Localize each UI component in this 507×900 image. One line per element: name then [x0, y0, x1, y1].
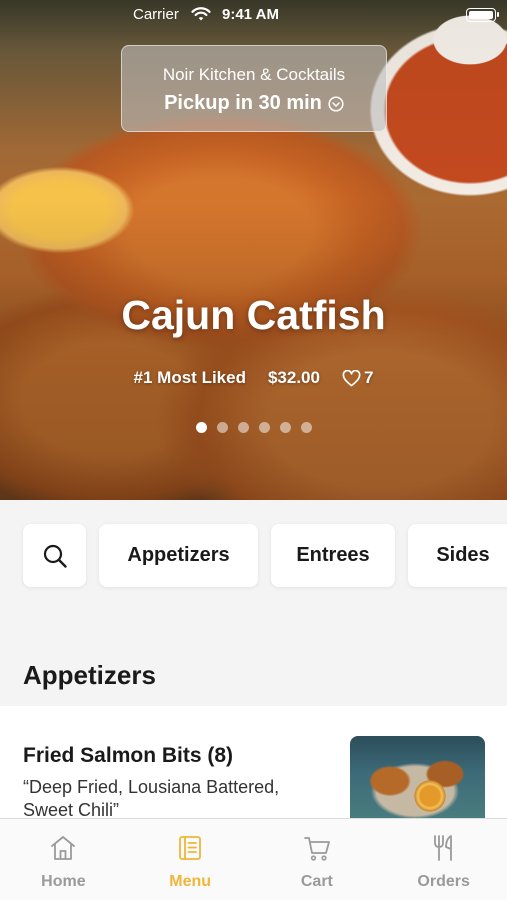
featured-dish-meta: #1 Most Liked $32.00 7 — [0, 368, 507, 388]
carousel-dot[interactable] — [300, 422, 312, 433]
chevron-down-circle-icon — [328, 95, 344, 112]
search-button[interactable] — [23, 524, 86, 587]
carousel-dot[interactable] — [237, 422, 249, 433]
rank-label: #1 Most Liked — [133, 368, 246, 387]
tab-orders[interactable]: Orders — [380, 819, 507, 900]
like-button[interactable]: 7 — [342, 368, 373, 388]
tab-cart-label: Cart — [300, 873, 333, 890]
category-sides[interactable]: Sides — [408, 524, 507, 587]
tab-orders-label: Orders — [417, 873, 470, 890]
price-label: $32.00 — [267, 368, 320, 387]
tab-cart[interactable]: Cart — [254, 819, 381, 900]
tab-home-label: Home — [41, 873, 86, 890]
tab-menu[interactable]: Menu — [127, 819, 254, 900]
search-icon — [43, 544, 67, 568]
carousel-dots[interactable] — [0, 422, 507, 433]
restaurant-name: Noir Kitchen & Cocktails — [162, 65, 346, 84]
tab-home[interactable]: Home — [0, 819, 127, 900]
pickup-time[interactable]: Pickup in 30 min — [122, 92, 386, 115]
cart-icon — [303, 837, 330, 861]
carousel-dot[interactable] — [195, 422, 207, 433]
fork-knife-icon — [433, 835, 452, 861]
carousel-dot[interactable] — [279, 422, 291, 433]
menu-item-image — [350, 736, 485, 826]
status-bar: Carrier 9:41 AM — [0, 0, 507, 30]
category-bar: Appetizers Entrees Sides — [23, 524, 507, 587]
menu-item-name: Fried Salmon Bits (8) — [23, 744, 234, 767]
section-title: Appetizers — [23, 660, 156, 690]
pickup-selector[interactable]: Noir Kitchen & Cocktails Pickup in 30 mi… — [121, 45, 387, 132]
clock: 9:41 AM — [222, 6, 279, 23]
menu-item[interactable]: Fried Salmon Bits (8) “Deep Fried, Lousi… — [0, 706, 507, 826]
category-appetizers[interactable]: Appetizers — [99, 524, 258, 587]
like-count: 7 — [363, 368, 374, 387]
carousel-dot[interactable] — [258, 422, 270, 433]
carousel-dot[interactable] — [216, 422, 228, 433]
featured-dish-title: Cajun Catfish — [121, 292, 386, 338]
menu-item-description: “Deep Fried, Lousiana Battered, Sweet Ch… — [23, 777, 280, 820]
battery-icon — [466, 8, 499, 22]
heart-icon — [342, 369, 361, 386]
category-entrees[interactable]: Entrees — [271, 524, 395, 587]
home-icon — [51, 836, 76, 860]
tab-bar: Home Menu Cart Orders — [0, 818, 507, 900]
pickup-time-label: Pickup in 30 min — [164, 92, 322, 114]
wifi-icon — [191, 7, 211, 21]
tab-menu-label: Menu — [169, 873, 212, 890]
menu-icon — [179, 836, 202, 860]
carrier-label: Carrier — [133, 6, 179, 23]
